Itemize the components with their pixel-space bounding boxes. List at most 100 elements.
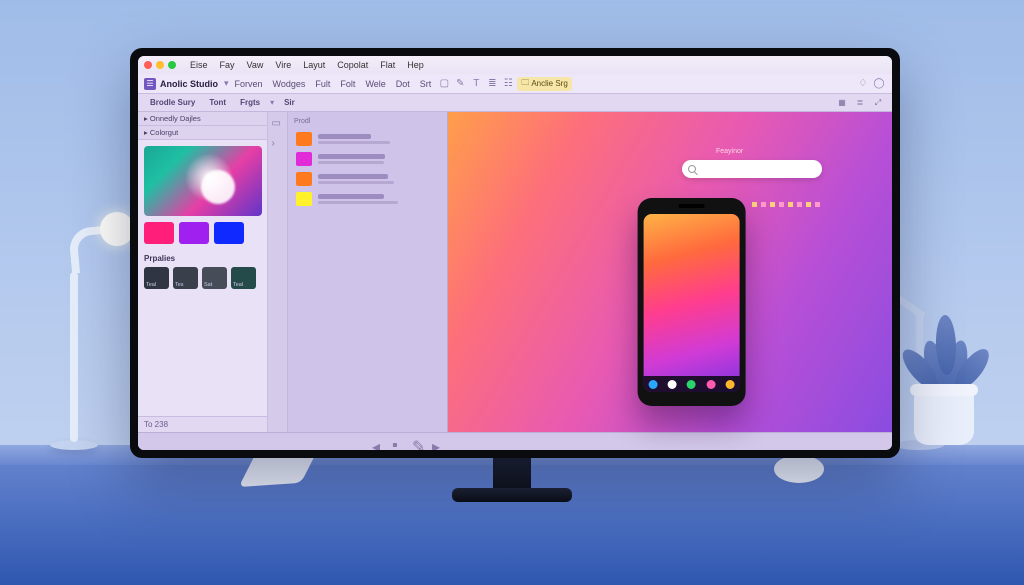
phone-screen bbox=[644, 214, 740, 392]
decor-lamp-left bbox=[30, 220, 110, 450]
osmenu-item[interactable]: Vaw bbox=[243, 60, 268, 70]
canvas-search-pill[interactable]: Feayinor bbox=[682, 160, 822, 178]
minimize-icon[interactable] bbox=[156, 61, 164, 69]
color-swatch[interactable] bbox=[214, 222, 244, 244]
design-canvas[interactable]: Feayinor bbox=[448, 112, 892, 432]
sidebar-section[interactable]: ▸ Onnedly Dajles bbox=[138, 112, 267, 126]
swatch-tag: Sat bbox=[204, 282, 212, 288]
bell-icon[interactable]: ♢ bbox=[856, 77, 870, 91]
stop-icon[interactable]: ▪ bbox=[392, 437, 402, 447]
sidebar-section[interactable]: ▸ Colorgut bbox=[138, 126, 267, 140]
layer-row[interactable] bbox=[294, 169, 441, 189]
properties-label: Prpalies bbox=[138, 250, 267, 265]
tool-pen-icon[interactable]: ✎ bbox=[453, 77, 467, 91]
close-icon[interactable] bbox=[144, 61, 152, 69]
osmenu-item[interactable]: Vire bbox=[271, 60, 295, 70]
palette-swatch[interactable]: Teal bbox=[144, 267, 169, 289]
canvas-decoration bbox=[752, 202, 820, 207]
osmenu-item[interactable]: Layut bbox=[299, 60, 329, 70]
grid-icon[interactable]: ▦ bbox=[836, 97, 848, 109]
color-swatch[interactable] bbox=[144, 222, 174, 244]
screen: Eise Fay Vaw Vire Layut Copolat Flat Hep… bbox=[138, 56, 892, 450]
expand-icon[interactable]: ⤢ bbox=[872, 97, 884, 109]
chevron-right-icon[interactable]: › bbox=[272, 138, 284, 150]
select-tool-icon[interactable]: ▭ bbox=[272, 118, 284, 130]
left-sidebar: ▸ Onnedly Dajles ▸ Colorgut Prpalies Tea… bbox=[138, 112, 268, 432]
phone-navbar bbox=[644, 376, 740, 392]
list-icon[interactable]: ≣ bbox=[854, 97, 866, 109]
layer-sub-bar bbox=[318, 161, 384, 164]
palette-row: Teal Tes Sat Teal bbox=[138, 265, 267, 291]
appmenu-item[interactable]: Wodges bbox=[269, 79, 310, 89]
secondary-toolbar: Brodle Sury Tont Frgts ▾ Sir ▦ ≣ ⤢ bbox=[138, 94, 892, 112]
layer-row[interactable] bbox=[294, 189, 441, 209]
layer-thumb bbox=[296, 192, 312, 206]
layer-thumb bbox=[296, 172, 312, 186]
appmenu-item[interactable]: Dot bbox=[392, 79, 414, 89]
play-icon[interactable]: ▸ bbox=[432, 437, 442, 447]
folder-icon: 🗀 bbox=[521, 77, 529, 91]
app-menubar: ☰ Anolic Studio ▾ Forven Wodges Fult Fol… bbox=[138, 74, 892, 94]
layer-name-bar bbox=[318, 194, 384, 199]
osmenu-item[interactable]: Hep bbox=[403, 60, 428, 70]
palette-swatch[interactable]: Tes bbox=[173, 267, 198, 289]
swatch-tag: Teal bbox=[233, 282, 243, 288]
appmenu-item[interactable]: Srt bbox=[416, 79, 436, 89]
layer-sub-bar bbox=[318, 181, 394, 184]
appmenu-item[interactable]: Wele bbox=[361, 79, 389, 89]
phone-mockup[interactable] bbox=[638, 198, 746, 406]
appmenu-item[interactable]: Fult bbox=[311, 79, 334, 89]
osmenu-item[interactable]: Flat bbox=[376, 60, 399, 70]
edit-icon[interactable]: ✎ bbox=[412, 437, 422, 447]
color-swatch[interactable] bbox=[179, 222, 209, 244]
monitor-stand bbox=[452, 452, 572, 502]
tab-item[interactable]: Sir bbox=[280, 97, 299, 108]
tool-square-icon[interactable]: ▢ bbox=[437, 77, 451, 91]
swatch-tag: Tes bbox=[175, 282, 184, 288]
swatch-tag: Teal bbox=[146, 282, 156, 288]
layer-sub-bar bbox=[318, 141, 390, 144]
nav-dot-icon[interactable] bbox=[725, 380, 734, 389]
layer-name-bar bbox=[318, 134, 371, 139]
os-titlebar: Eise Fay Vaw Vire Layut Copolat Flat Hep bbox=[138, 56, 892, 74]
appmenu-item[interactable]: Folt bbox=[336, 79, 359, 89]
tool-text-icon[interactable]: T bbox=[469, 77, 483, 91]
tab-item[interactable]: Frgts bbox=[236, 97, 264, 108]
tool-align-icon[interactable]: ☷ bbox=[501, 77, 515, 91]
search-label: Feayinor bbox=[716, 148, 743, 155]
bottom-toolbar: ◂ ▪ ✎ ▸ bbox=[138, 432, 892, 450]
app-chip[interactable]: 🗀 Anclie Srg bbox=[517, 77, 571, 91]
tab-item[interactable]: Tont bbox=[205, 97, 230, 108]
layers-panel: Prodl bbox=[288, 112, 448, 432]
user-icon[interactable]: ◯ bbox=[872, 77, 886, 91]
zoom-icon[interactable] bbox=[168, 61, 176, 69]
layer-row[interactable] bbox=[294, 129, 441, 149]
nav-dot-icon[interactable] bbox=[668, 380, 677, 389]
sidebar-section-label: Colorgut bbox=[150, 128, 178, 137]
decor-plant bbox=[884, 305, 1004, 445]
tool-layers-icon[interactable]: ≣ bbox=[485, 77, 499, 91]
layer-row[interactable] bbox=[294, 149, 441, 169]
nav-dot-icon[interactable] bbox=[687, 380, 696, 389]
app-title: Anolic Studio bbox=[160, 79, 218, 89]
main-area: ▸ Onnedly Dajles ▸ Colorgut Prpalies Tea… bbox=[138, 112, 892, 432]
nav-dot-icon[interactable] bbox=[649, 380, 658, 389]
osmenu-item[interactable]: Copolat bbox=[333, 60, 372, 70]
osmenu-item[interactable]: Fay bbox=[216, 60, 239, 70]
layer-thumb bbox=[296, 132, 312, 146]
osmenu-item[interactable]: Eise bbox=[186, 60, 212, 70]
status-text: To 238 bbox=[138, 416, 267, 432]
layer-thumb bbox=[296, 152, 312, 166]
tab-item[interactable]: Brodle Sury bbox=[146, 97, 199, 108]
monitor: Eise Fay Vaw Vire Layut Copolat Flat Hep… bbox=[130, 48, 900, 458]
palette-swatch[interactable]: Sat bbox=[202, 267, 227, 289]
appmenu-item[interactable]: Forven bbox=[231, 79, 267, 89]
nav-dot-icon[interactable] bbox=[706, 380, 715, 389]
tool-gutter: ▭ › bbox=[268, 112, 288, 432]
swatch-row bbox=[138, 222, 267, 250]
palette-swatch[interactable]: Teal bbox=[231, 267, 256, 289]
app-logo-icon: ☰ bbox=[144, 78, 156, 90]
prev-icon[interactable]: ◂ bbox=[372, 437, 382, 447]
gradient-preview[interactable] bbox=[144, 146, 262, 216]
layer-name-bar bbox=[318, 174, 388, 179]
